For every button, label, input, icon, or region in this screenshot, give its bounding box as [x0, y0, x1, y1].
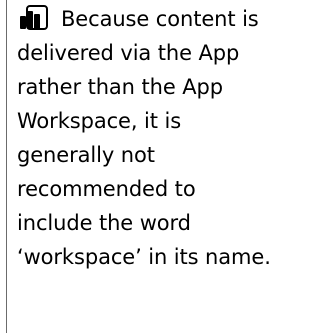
note-text-line-8: ‘workspace’ in its name.: [17, 245, 271, 269]
note-text-line-1: Because content is: [61, 7, 259, 31]
note-text-line-7: include the word: [17, 211, 191, 235]
powerbi-icon: [17, 3, 49, 31]
note-page: Because content is delivered via the App…: [0, 0, 328, 333]
callout-divider: [6, 0, 7, 333]
note-text-line-4: Workspace, it is: [17, 109, 182, 133]
note-text-line-3: rather than the App: [17, 75, 223, 99]
note-text-line-5: generally not: [17, 143, 155, 167]
note-line-1: Because content is: [17, 2, 327, 36]
note-callout: Because content is delivered via the App…: [17, 2, 327, 274]
note-text-line-6: recommended to: [17, 177, 196, 201]
note-text-line-2: delivered via the App: [17, 41, 240, 65]
